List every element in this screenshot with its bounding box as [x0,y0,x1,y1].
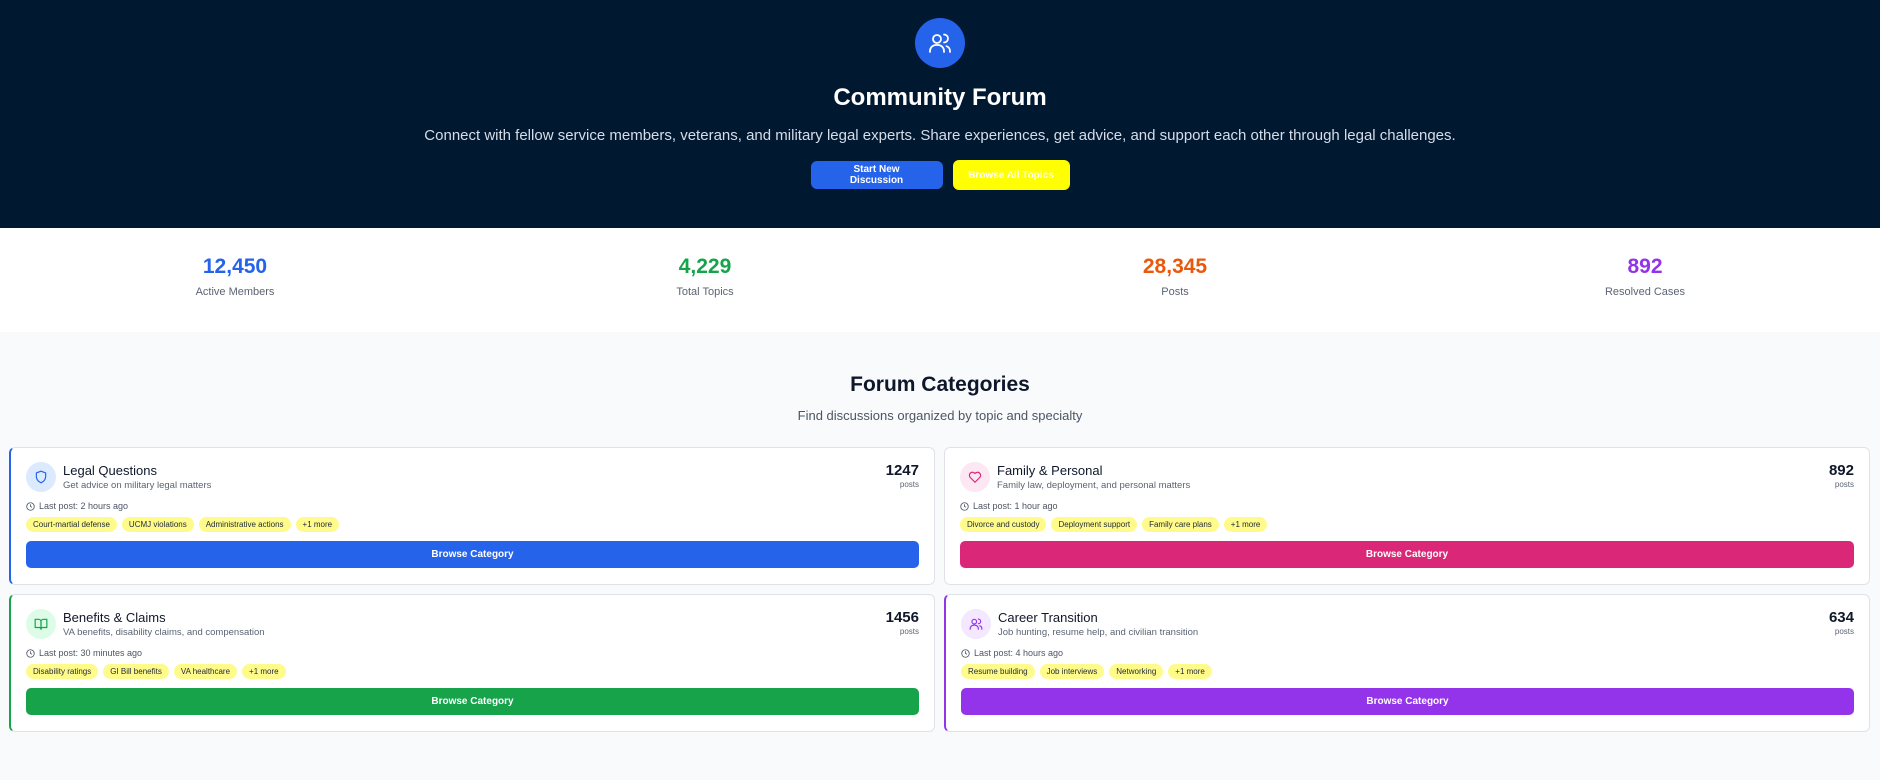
tag[interactable]: Administrative actions [198,517,291,532]
post-count-label: posts [1834,480,1854,489]
stat-active-members: 12,450 Active Members [0,228,470,332]
category-description: Family law, deployment, and personal mat… [997,480,1191,491]
stat-value: 892 [1627,255,1663,278]
stat-posts: 28,345 Posts [940,228,1410,332]
last-post-text: Last post: 4 hours ago [974,648,1064,658]
hero-actions: Start New Discussion Browse All Topics [0,160,1880,190]
users-icon [915,18,965,68]
last-post: Last post: 2 hours ago [26,501,919,511]
post-count-value: 1456 [885,609,919,626]
shield-icon [26,462,56,492]
stat-value: 28,345 [1142,255,1208,278]
stat-resolved-cases: 892 Resolved Cases [1410,228,1880,332]
tag[interactable]: UCMJ violations [121,517,194,532]
start-new-discussion-button[interactable]: Start New Discussion [810,161,943,189]
category-card-benefits-claims: Benefits & Claims VA benefits, disabilit… [9,594,935,732]
heart-icon [960,462,990,492]
post-count: 1247 posts [886,462,919,489]
category-description: Get advice on military legal matters [63,480,212,491]
browse-all-topics-button[interactable]: Browse All Topics [952,160,1070,190]
last-post: Last post: 30 minutes ago [26,648,919,658]
last-post-text: Last post: 30 minutes ago [39,648,143,658]
stat-total-topics: 4,229 Total Topics [470,228,940,332]
stat-value: 4,229 [678,255,732,278]
category-card-family-personal: Family & Personal Family law, deployment… [944,447,1870,585]
browse-category-button[interactable]: Browse Category [960,541,1854,568]
clock-icon [26,648,35,658]
book-icon [26,609,56,639]
tag[interactable]: Disability ratings [26,664,99,679]
tag[interactable]: GI Bill benefits [103,664,169,679]
category-description: Job hunting, resume help, and civilian t… [998,627,1199,638]
section-title: Forum Categories [850,373,1030,396]
stat-value: 12,450 [202,255,268,278]
clock-icon [960,501,969,511]
tag[interactable]: Divorce and custody [960,517,1047,532]
stat-label: Total Topics [676,286,734,298]
categories-grid: Legal Questions Get advice on military l… [0,447,1880,732]
category-card-legal-questions: Legal Questions Get advice on military l… [9,447,935,585]
tag-more[interactable]: +1 more [295,517,340,532]
tag[interactable]: Deployment support [1051,517,1138,532]
category-name[interactable]: Family & Personal [997,463,1190,478]
last-post: Last post: 4 hours ago [961,648,1854,658]
stats-bar: 12,450 Active Members 4,229 Total Topics… [0,228,1880,332]
tag[interactable]: Networking [1109,664,1164,679]
category-card-career-transition: Career Transition Job hunting, resume he… [944,594,1870,732]
tag[interactable]: Family care plans [1142,517,1219,532]
stat-label: Active Members [195,286,275,298]
stat-label: Posts [1161,286,1189,298]
tag-list: Resume building Job interviews Networkin… [961,664,1854,679]
category-name[interactable]: Benefits & Claims [63,610,265,625]
tag[interactable]: Court-martial defense [26,517,117,532]
category-description: VA benefits, disability claims, and comp… [63,627,265,638]
tag-list: Disability ratings GI Bill benefits VA h… [26,664,919,679]
page-title: Community Forum [833,84,1047,111]
last-post-text: Last post: 1 hour ago [973,501,1058,511]
tag-more[interactable]: +1 more [1223,517,1268,532]
clock-icon [26,501,35,511]
tag-more[interactable]: +1 more [242,664,286,679]
post-count-value: 892 [1828,462,1854,479]
browse-category-button[interactable]: Browse Category [26,541,919,568]
tag-more[interactable]: +1 more [1168,664,1212,679]
tag[interactable]: VA healthcare [173,664,238,679]
browse-category-button[interactable]: Browse Category [26,688,919,715]
section-subtitle: Find discussions organized by topic and … [797,408,1083,423]
post-count-label: posts [899,480,919,489]
post-count-label: posts [899,627,919,636]
tag-list: Divorce and custody Deployment support F… [960,517,1854,532]
post-count-value: 1247 [885,462,919,479]
hero-section: Community Forum Connect with fellow serv… [0,0,1880,228]
category-name[interactable]: Career Transition [998,610,1198,625]
tag[interactable]: Job interviews [1039,664,1105,679]
tag[interactable]: Resume building [961,664,1035,679]
tag-list: Court-martial defense UCMJ violations Ad… [26,517,919,532]
last-post-text: Last post: 2 hours ago [39,501,129,511]
post-count: 892 posts [1829,462,1854,489]
post-count: 634 posts [1829,609,1854,636]
stat-label: Resolved Cases [1604,286,1686,298]
post-count-value: 634 [1828,609,1854,626]
clock-icon [961,648,970,658]
post-count: 1456 posts [886,609,919,636]
users-icon [961,609,991,639]
post-count-label: posts [1834,627,1854,636]
page-subtitle: Connect with fellow service members, vet… [424,127,1456,144]
browse-category-button[interactable]: Browse Category [961,688,1854,715]
forum-categories-section: Forum Categories Find discussions organi… [0,332,1880,732]
last-post: Last post: 1 hour ago [960,501,1854,511]
category-name[interactable]: Legal Questions [63,463,211,478]
